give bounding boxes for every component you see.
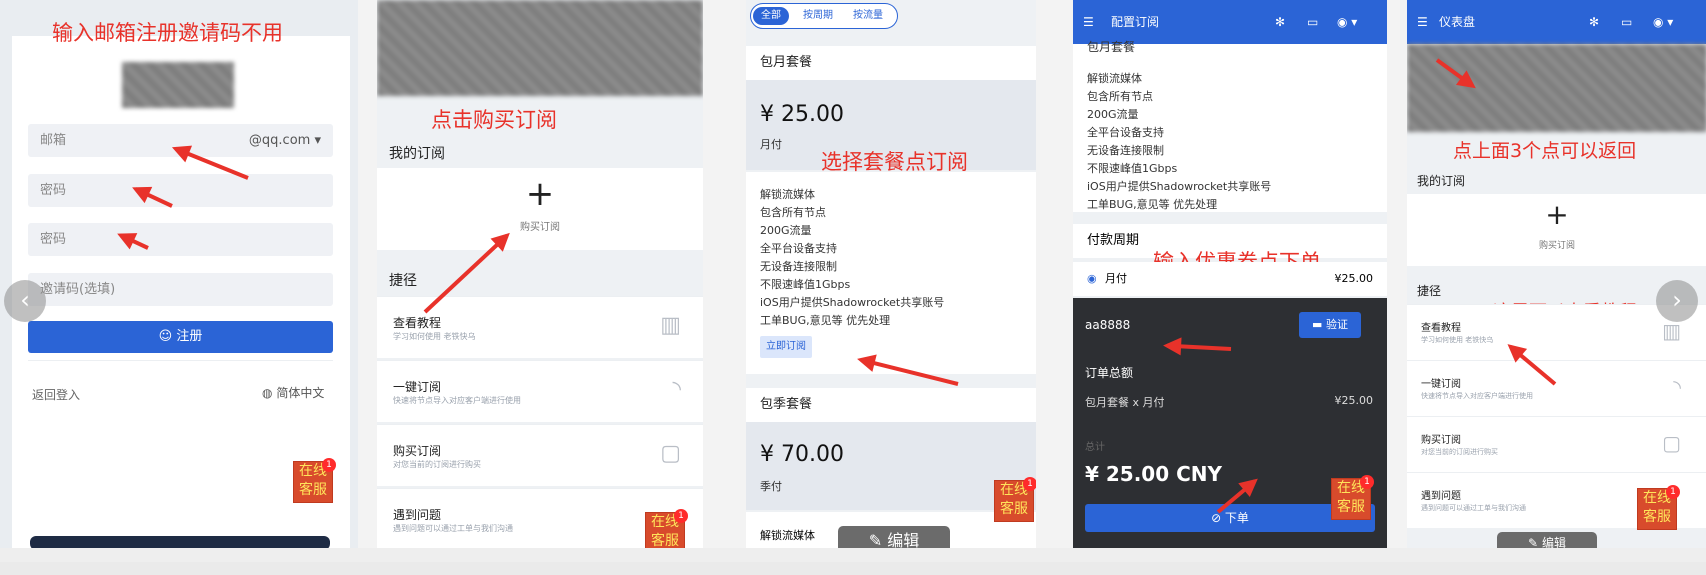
- my-subscription-title: 我的订阅: [389, 146, 445, 162]
- rss-icon: ◝: [1673, 375, 1681, 399]
- edit-button[interactable]: ✎ 编辑: [1497, 532, 1597, 548]
- chevron-down-icon: ▾: [314, 133, 321, 148]
- buy-subscription-card[interactable]: + 购买订阅: [377, 168, 703, 250]
- plan-summary: 包月套餐 解锁流媒体 包含所有节点 200G流量 全平台设备支持 无设备连接限制 不限速峰…: [1073, 40, 1387, 212]
- tab-all[interactable]: 全部: [753, 7, 789, 25]
- plan-monthly-title: 包月套餐: [746, 46, 1036, 80]
- tab-by-traffic[interactable]: 按流量: [845, 7, 891, 25]
- password-field[interactable]: 密码: [28, 174, 333, 207]
- my-subscription-title: 我的订阅: [1417, 174, 1466, 188]
- user-icon[interactable]: ◉ ▾: [1653, 0, 1673, 44]
- dashboard-panel: 点击购买订阅 我的订阅 + 购买订阅 捷径 查看教程 学习如何使用 老铁快乌 ▥ …: [377, 0, 703, 548]
- annotation-back: 点上面3个点可以返回: [1453, 140, 1637, 162]
- email-suffix[interactable]: @qq.com: [249, 133, 310, 148]
- plan-monthly-price: ¥ 25.00: [760, 102, 844, 127]
- dashboard-panel-2: ☰ 仪表盘 ✻ ▭ ◉ ▾ 点上面3个点可以返回 我的订阅 + 购买订阅 捷径 …: [1407, 0, 1706, 548]
- top-navbar: ☰ 仪表盘 ✻ ▭ ◉ ▾: [1407, 0, 1706, 44]
- coupon-input[interactable]: aa8888: [1085, 318, 1130, 332]
- ticket-icon: ▬: [1312, 318, 1323, 331]
- subscribe-now-button[interactable]: 立即订阅: [760, 336, 812, 358]
- plus-icon: +: [525, 174, 555, 214]
- globe-icon: ◍: [262, 386, 273, 400]
- pencil-icon: ✎: [868, 531, 883, 548]
- online-service-badge[interactable]: 在线 客服 1: [1331, 475, 1374, 520]
- plan-monthly-features: 解锁流媒体 包含所有节点 200G流量 全平台设备支持 无设备连接限制 不限速峰值1Gbp…: [746, 172, 1036, 374]
- tab-by-period[interactable]: 按周期: [795, 7, 841, 25]
- buy-subscription-card[interactable]: + 购买订阅: [1407, 194, 1706, 266]
- pencil-icon: ✎: [1528, 536, 1539, 548]
- book-icon: ▥: [1662, 319, 1681, 343]
- banner-blurred: [377, 0, 703, 96]
- bottom-bar: [0, 562, 1706, 575]
- translate-icon[interactable]: ▭: [1621, 0, 1632, 44]
- bottom-dock: [30, 536, 330, 548]
- banner-blurred: [1407, 44, 1706, 132]
- checkout-panel: ☰ 配置订阅 ✻ ▭ ◉ ▾ 包月套餐 解锁流媒体 包含所有节点 200G流量 全平台…: [1073, 0, 1387, 548]
- verify-button[interactable]: ▬ 验证: [1299, 312, 1361, 338]
- plan-monthly-period: 月付: [760, 138, 782, 151]
- shortcut-tutorial[interactable]: 查看教程 学习如何使用 老铁快乌 ▥: [377, 296, 703, 358]
- page-title: 仪表盘: [1439, 15, 1476, 29]
- shortcut-one-click[interactable]: 一键订阅 快速将节点导入对应客户端进行使用 ◝: [1407, 360, 1706, 416]
- radio-selected-icon: ◉: [1087, 272, 1097, 285]
- subtotal-label: 总计: [1085, 442, 1105, 453]
- order-total-title: 订单总额: [1085, 366, 1134, 380]
- buy-subscription-label: 购买订阅: [520, 222, 560, 233]
- next-slide-button[interactable]: ›: [1656, 280, 1698, 322]
- logo-blurred: [122, 62, 234, 108]
- order-line: 包月套餐 x 月付: [1085, 396, 1165, 409]
- language-select[interactable]: ◍ 简体中文: [262, 384, 324, 401]
- back-to-login-link[interactable]: 返回登入: [32, 386, 80, 403]
- register-panel: 输入邮箱注册邀请码不用 邮箱 @qq.com ▾ 密码 密码 邀请码(选填) ☺…: [0, 0, 358, 548]
- annotation-register: 输入邮箱注册邀请码不用: [52, 21, 283, 45]
- shortcut-one-click[interactable]: 一键订阅 快速将节点导入对应客户端进行使用 ◝: [377, 360, 703, 422]
- online-service-badge[interactable]: 在线 客服 1: [994, 477, 1036, 522]
- theme-icon[interactable]: ✻: [1589, 0, 1599, 44]
- plus-icon: +: [1545, 198, 1569, 231]
- clipboard-icon: ▢: [1662, 431, 1681, 455]
- translate-icon[interactable]: ▭: [1307, 0, 1318, 44]
- shortcut-buy[interactable]: 购买订阅 对您当前的订阅进行购买 ▢: [1407, 416, 1706, 472]
- order-total-value: ¥ 25.00 CNY: [1085, 462, 1223, 486]
- theme-icon[interactable]: ✻: [1275, 0, 1285, 44]
- period-option-monthly[interactable]: ◉ 月付 ¥25.00: [1073, 262, 1387, 296]
- clipboard-icon: ▢: [660, 441, 681, 466]
- shortcuts-title: 捷径: [1417, 284, 1442, 298]
- plan-quarterly-title: 包季套餐: [746, 388, 1036, 422]
- book-icon: ▥: [660, 313, 681, 338]
- order-line-price: ¥25.00: [1334, 394, 1374, 407]
- online-service-badge[interactable]: 在线 客服 1: [1637, 485, 1680, 530]
- online-service-badge[interactable]: 在线 客服 1: [293, 458, 336, 503]
- shortcut-buy[interactable]: 购买订阅 对您当前的订阅进行购买 ▢: [377, 424, 703, 486]
- plan-quarterly-price: ¥ 70.00: [760, 442, 844, 467]
- plan-quarterly-period: 季付: [760, 480, 782, 493]
- register-button[interactable]: ☺ 注册: [28, 321, 333, 353]
- annotation-buy: 点击购买订阅: [431, 108, 557, 132]
- prev-slide-button[interactable]: ‹: [4, 280, 46, 322]
- plans-panel: 全部 按周期 按流量 包月套餐 ¥ 25.00 月付 选择套餐点订阅 解锁流媒体…: [746, 0, 1036, 548]
- rss-icon: ◝: [672, 377, 681, 402]
- confirm-password-field[interactable]: 密码: [28, 223, 333, 256]
- plan-filter-tabs: 全部 按周期 按流量: [750, 3, 898, 29]
- menu-icon[interactable]: ☰: [1417, 0, 1428, 44]
- invite-code-field[interactable]: 邀请码(选填): [28, 273, 333, 306]
- user-icon[interactable]: ◉ ▾: [1337, 0, 1357, 44]
- online-service-badge[interactable]: 在线 客服 1: [645, 509, 688, 548]
- plan-quarterly-price-block: ¥ 70.00 季付: [746, 422, 1036, 510]
- shortcuts-title: 捷径: [389, 273, 417, 289]
- edit-button[interactable]: ✎ 编辑: [838, 526, 950, 548]
